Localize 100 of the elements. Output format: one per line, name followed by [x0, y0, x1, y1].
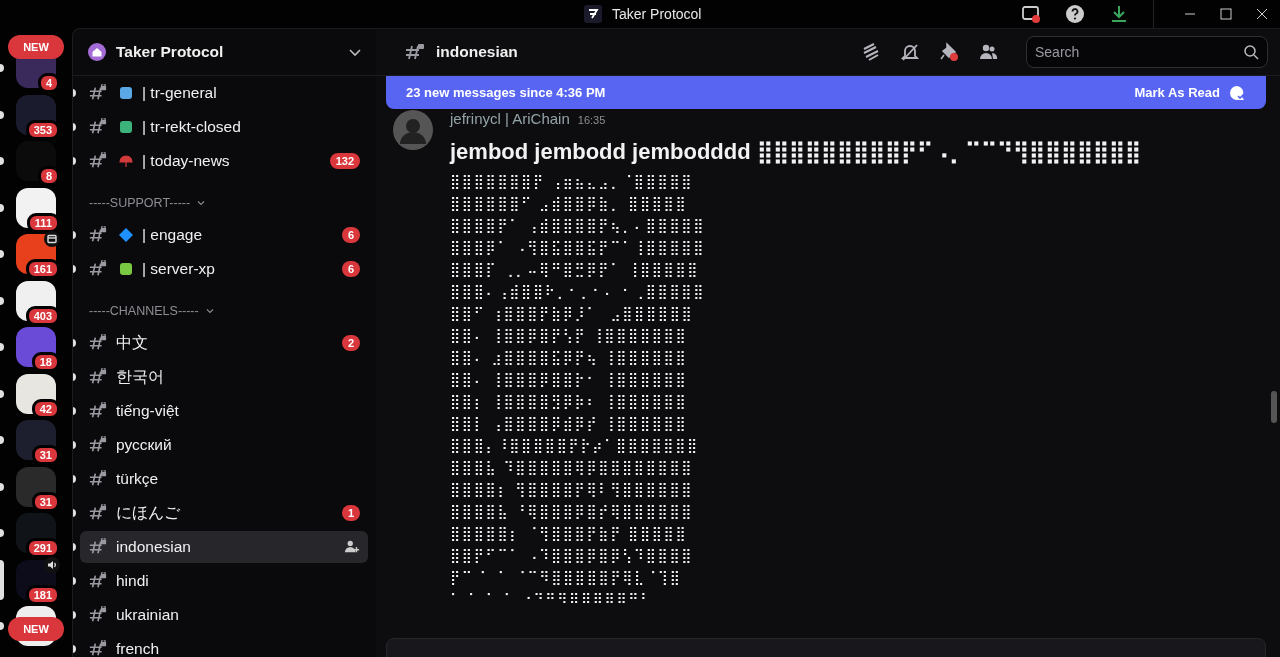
- channel-name: | tr-general: [142, 84, 217, 102]
- channel-item[interactable]: | today-news 132: [80, 145, 368, 177]
- speaker-icon: [44, 556, 60, 573]
- pin-icon[interactable]: [939, 42, 959, 62]
- braille-art-line: ⣿⣿⣿⡏ ⢀⡀⠤⢿⠛⣿⣛⡿⡟⠁ ⢸⣿⣿⣿⣿⣿: [450, 260, 701, 279]
- window-title: Taker Protocol: [612, 6, 702, 22]
- braille-art-line: ⣿⣿⣿⡄⠸⣿⣿⣿⣿⣿⡟⡗⡴⠁⣿⣿⣿⣿⣿⣿⣿: [450, 436, 700, 455]
- channel-name: | engage: [142, 226, 203, 244]
- locked-hash-icon: [88, 470, 108, 488]
- mention-badge: 6: [341, 227, 360, 243]
- members-icon[interactable]: [978, 42, 998, 62]
- channel-item[interactable]: hindi: [80, 565, 368, 597]
- new-unreads-toast[interactable]: NEW: [8, 35, 64, 59]
- channel-name: | tr-rekt-closed: [142, 118, 241, 136]
- new-messages-banner[interactable]: 23 new messages since 4:36 PM Mark As Read: [386, 76, 1266, 109]
- new-unreads-toast[interactable]: NEW: [8, 617, 64, 641]
- muted-bell-icon[interactable]: [900, 42, 920, 62]
- server-icon[interactable]: [16, 141, 56, 181]
- server-name[interactable]: Taker Protocol: [116, 43, 224, 61]
- channel-item[interactable]: ukrainian: [80, 599, 368, 631]
- app-logo-icon: [584, 5, 602, 23]
- channel-name: 中文: [116, 332, 148, 353]
- braille-art-line: ⡟⠉ ⠁ ⠁ ⠈⠉⠻⣿⣿⣿⣿⣿⡟⢿⣇⠈⢹⣿: [450, 568, 683, 587]
- search-icon: [1243, 44, 1259, 60]
- search-field[interactable]: Search: [1026, 36, 1268, 68]
- locked-hash-icon: [88, 572, 108, 590]
- emoji-icon: [118, 119, 134, 135]
- emoji-icon: [118, 85, 134, 101]
- channel-item[interactable]: | engage 6: [80, 219, 368, 251]
- braille-art-line: ⣿⣿⣿⣿⣧ ⠘⢿⣿⣿⣿⡿⣿⡞⢿⣿⣿⣿⣿⣿⣿: [450, 502, 695, 521]
- braille-art-line: ⣿⣿⣿⡿⠁ ⠠⢻⣿⣯⣿⣿⣯⡟⠉⠁⢸⣿⣿⣿⣿⣿: [450, 238, 706, 257]
- channel-item[interactable]: | server-xp 6: [80, 253, 368, 285]
- channel-name: french: [116, 640, 160, 657]
- channel-name: | server-xp: [142, 260, 215, 278]
- mention-badge: 132: [329, 153, 360, 169]
- avatar[interactable]: [393, 110, 433, 150]
- mention-badge: 2: [341, 335, 360, 351]
- mention-badge: 1: [341, 505, 360, 521]
- locked-hash-icon: [88, 640, 108, 657]
- channel-item[interactable]: русский: [80, 429, 368, 461]
- locked-hash-icon: [88, 606, 108, 624]
- channel-item[interactable]: 中文 2: [80, 327, 368, 359]
- mention-badge: 18: [31, 352, 60, 372]
- channel-item[interactable]: tiếng-việt: [80, 395, 368, 427]
- category-label[interactable]: -----SUPPORT-----: [89, 196, 191, 210]
- locked-hash-icon: [88, 152, 108, 170]
- braille-art-line: ⣿⣿⠋ ⢰⣿⣿⣿⡟⣷⡿⡸⠁ ⣠⣿⣿⣿⣿⣿⣿: [450, 304, 695, 323]
- channel-name: türkçe: [116, 470, 159, 488]
- channel-name: русский: [116, 436, 172, 454]
- locked-hash-icon: [404, 42, 426, 62]
- channel-name: 한국어: [116, 366, 164, 387]
- channel-item[interactable]: türkçe: [80, 463, 368, 495]
- chevron-down-icon[interactable]: [196, 198, 207, 208]
- locked-hash-icon: [88, 402, 108, 420]
- timestamp: 16:35: [577, 114, 606, 126]
- braille-art-line: ⣿⣿⡇ ⢠⣿⣿⣿⣿⡿⣾⡿⡞ ⢸⣿⣿⣿⣿⣿⣿: [450, 414, 689, 433]
- braille-art-line: ⣿⣿⠄ ⢸⣿⣿⣿⡿⣿⣿⡗⠂ ⢸⣿⣿⣿⣿⣿⣿: [450, 370, 689, 389]
- channel-item[interactable]: | tr-rekt-closed: [80, 111, 368, 143]
- emoji-icon: [118, 261, 134, 277]
- braille-art-line: ⣿⣿⣿⣿⡆ ⢻⣿⣿⣿⣿⡟⢿⠇⢻⣿⣿⣿⣿⣿⣿: [450, 480, 695, 499]
- chat-check-icon: [1228, 83, 1246, 102]
- channel-item[interactable]: indonesian: [80, 531, 368, 563]
- braille-art-line: ⣿⣿⣿⣧ ⠹⣿⣿⣿⣿⣿⢿⡿⣿⣿⣿⣿⣿⣿⣿⣿: [450, 458, 695, 477]
- braille-art-line: ⣿⣿⣿⣿⡟⠁ ⢠⣾⣿⣿⣿⣿⡟⢦⡀⠄⣿⣿⣿⣿⣿: [450, 216, 706, 235]
- maximize-icon[interactable]: [1220, 8, 1232, 20]
- locked-hash-icon: [88, 226, 108, 244]
- locked-hash-icon: [88, 260, 108, 278]
- braille-art-line: ⣿⣿⠄ ⣰⣿⣿⣿⣿⣯⡿⡟⢦ ⢸⣿⣿⣿⣿⣿⣿: [450, 348, 689, 367]
- braille-art-line: ⣿⣿⡟⠋⠉⠁ ⠠⠹⣿⣿⣿⡿⣿⡿⢣⠹⣿⣿⣿⣿: [450, 546, 695, 565]
- scrollbar-thumb[interactable]: [1271, 391, 1277, 423]
- channel-item[interactable]: | tr-general: [80, 77, 368, 109]
- help-icon[interactable]: [1065, 4, 1085, 24]
- channel-name: ukrainian: [116, 606, 179, 624]
- new-messages-text: 23 new messages since 4:36 PM: [406, 85, 606, 100]
- locked-hash-icon: [88, 368, 108, 386]
- braille-art-line: ⣿⣿⣿⣿⣿⣿⣿⡟ ⢠⣶⣦⣄⣠⡀⠈⣿⣿⣿⣿⣿: [450, 172, 695, 191]
- braille-art-line: ⣿⣿⠄ ⢸⣿⣿⡿⣿⡟⢣⡟ ⢸⣿⣿⣿⣿⣿⣿⣿: [450, 326, 689, 345]
- mark-as-read-link[interactable]: Mark As Read: [1134, 85, 1220, 100]
- mention-badge: 31: [31, 445, 60, 465]
- channel-title: indonesian: [436, 43, 518, 61]
- channel-item[interactable]: にほんご 1: [80, 497, 368, 529]
- locked-hash-icon: [88, 436, 108, 454]
- mention-badge: 291: [25, 538, 60, 558]
- add-member-icon[interactable]: [344, 539, 360, 555]
- author-name[interactable]: jefrinycl | AriChain: [450, 110, 570, 127]
- channel-name: indonesian: [116, 538, 191, 556]
- threads-icon[interactable]: [861, 42, 881, 62]
- braille-art-line: ⣿⣿⡆ ⢸⣿⣿⣿⣿⣻⡿⡷⠆ ⢸⣿⣿⣿⣿⣿⣿: [450, 392, 689, 411]
- channel-item[interactable]: french: [80, 633, 368, 657]
- screen-share-icon[interactable]: [1021, 4, 1041, 24]
- braille-art-line: ⣿⣿⣿⣿⣿⡆ ⠈⢻⣿⣿⣿⡟⣷⡟ ⣿⣿⣿⣿⣿: [450, 524, 689, 543]
- channel-item[interactable]: 한국어: [80, 361, 368, 393]
- locked-hash-icon: [88, 84, 108, 102]
- category-label[interactable]: -----CHANNELS-----: [89, 304, 199, 318]
- message-heading: jembod jembodd jembodddd ⣿⣿⣿⣿⣿⣿⣿⣿⣿⡟⠋⠠⡀⠉⠉⠙⢻⣿⣿⣿⣿⣿⣿⣿: [450, 138, 1141, 166]
- close-icon[interactable]: [1256, 8, 1268, 20]
- chevron-down-icon[interactable]: [204, 306, 215, 316]
- house-icon: [87, 42, 107, 62]
- download-icon[interactable]: [1109, 4, 1129, 24]
- locked-hash-icon: [88, 334, 108, 352]
